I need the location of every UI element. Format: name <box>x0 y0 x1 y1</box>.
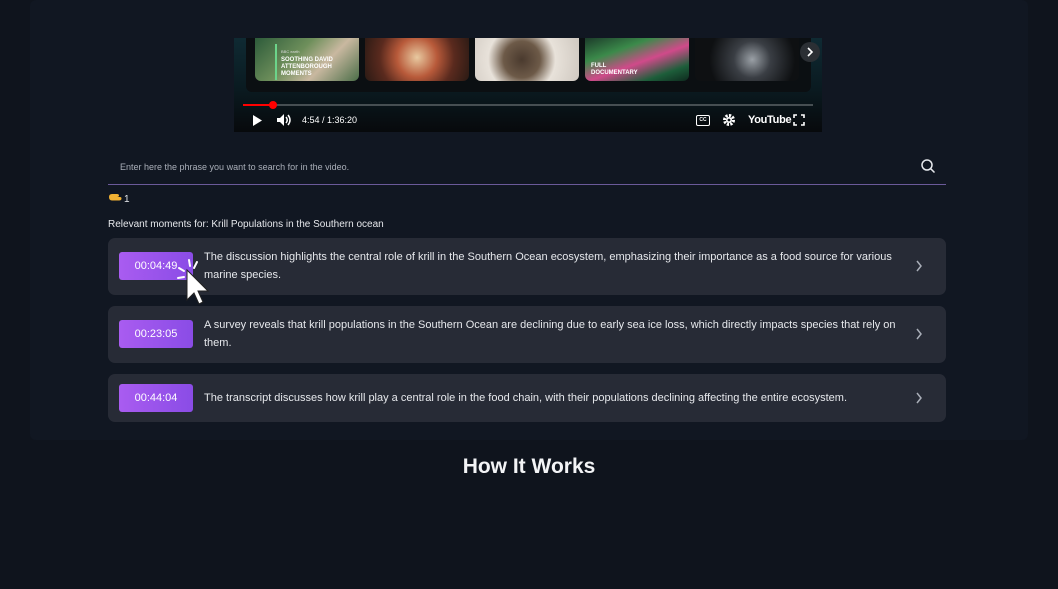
youtube-logo[interactable]: YouTube <box>748 110 792 130</box>
time-display: 4:54 / 1:36:20 <box>302 115 358 125</box>
mouse-cursor-icon <box>177 259 209 305</box>
result-card[interactable]: 00:04:49 The discussion highlights the c… <box>108 238 946 295</box>
chevron-right-icon[interactable] <box>914 326 924 342</box>
related-video-thumbnail[interactable] <box>695 38 799 81</box>
result-card[interactable]: 00:44:04 The transcript discusses how kr… <box>108 374 946 422</box>
result-summary: A survey reveals that krill populations … <box>204 319 896 349</box>
result-summary: The transcript discusses how krill play … <box>204 392 848 404</box>
related-video-thumbnail[interactable] <box>475 38 579 81</box>
progress-scrubber[interactable] <box>269 101 277 109</box>
thumbnail-accent-bar <box>275 44 277 80</box>
chevron-right-icon[interactable] <box>914 390 924 406</box>
related-video-thumbnail[interactable]: Full Documentary <box>585 38 689 81</box>
search-input[interactable] <box>118 154 902 180</box>
fullscreen-icon[interactable] <box>793 114 805 126</box>
chevron-right-icon[interactable] <box>914 258 924 274</box>
play-icon[interactable] <box>252 114 263 127</box>
result-summary: The discussion highlights the central ro… <box>204 251 892 281</box>
video-player[interactable]: BBC earth Soothing David Attenborough Mo… <box>234 38 822 132</box>
player-controls: 4:54 / 1:36:20 CC YouTube <box>234 110 822 130</box>
hand-icon <box>108 192 124 205</box>
thumbnail-title: Full Documentary <box>591 63 638 76</box>
progress-bar[interactable] <box>243 101 813 109</box>
results-count-value: 1 <box>124 194 130 205</box>
thumbnail-brand: BBC earth <box>281 49 300 54</box>
chevron-right-icon <box>807 47 814 57</box>
related-video-thumbnail[interactable] <box>365 38 469 81</box>
timestamp-button[interactable]: 00:44:04 <box>119 384 193 412</box>
closed-captions-icon[interactable]: CC <box>696 115 710 126</box>
gear-icon[interactable] <box>722 113 736 127</box>
related-videos-strip: BBC earth Soothing David Attenborough Mo… <box>246 38 820 92</box>
related-video-thumbnail[interactable]: BBC earth Soothing David Attenborough Mo… <box>255 38 359 81</box>
search-icon[interactable] <box>920 158 936 174</box>
relevant-moments-heading: Relevant moments for: Krill Populations … <box>108 219 384 230</box>
section-title: How It Works <box>462 455 596 478</box>
timestamp-button[interactable]: 00:23:05 <box>119 320 193 348</box>
search-bar <box>108 150 946 185</box>
volume-icon[interactable] <box>276 113 292 127</box>
next-thumbnails-button[interactable] <box>800 42 820 62</box>
result-card[interactable]: 00:23:05 A survey reveals that krill pop… <box>108 306 946 363</box>
thumbnail-title: Soothing David Attenborough Moments <box>281 57 333 77</box>
results-count: 1 <box>108 192 130 206</box>
